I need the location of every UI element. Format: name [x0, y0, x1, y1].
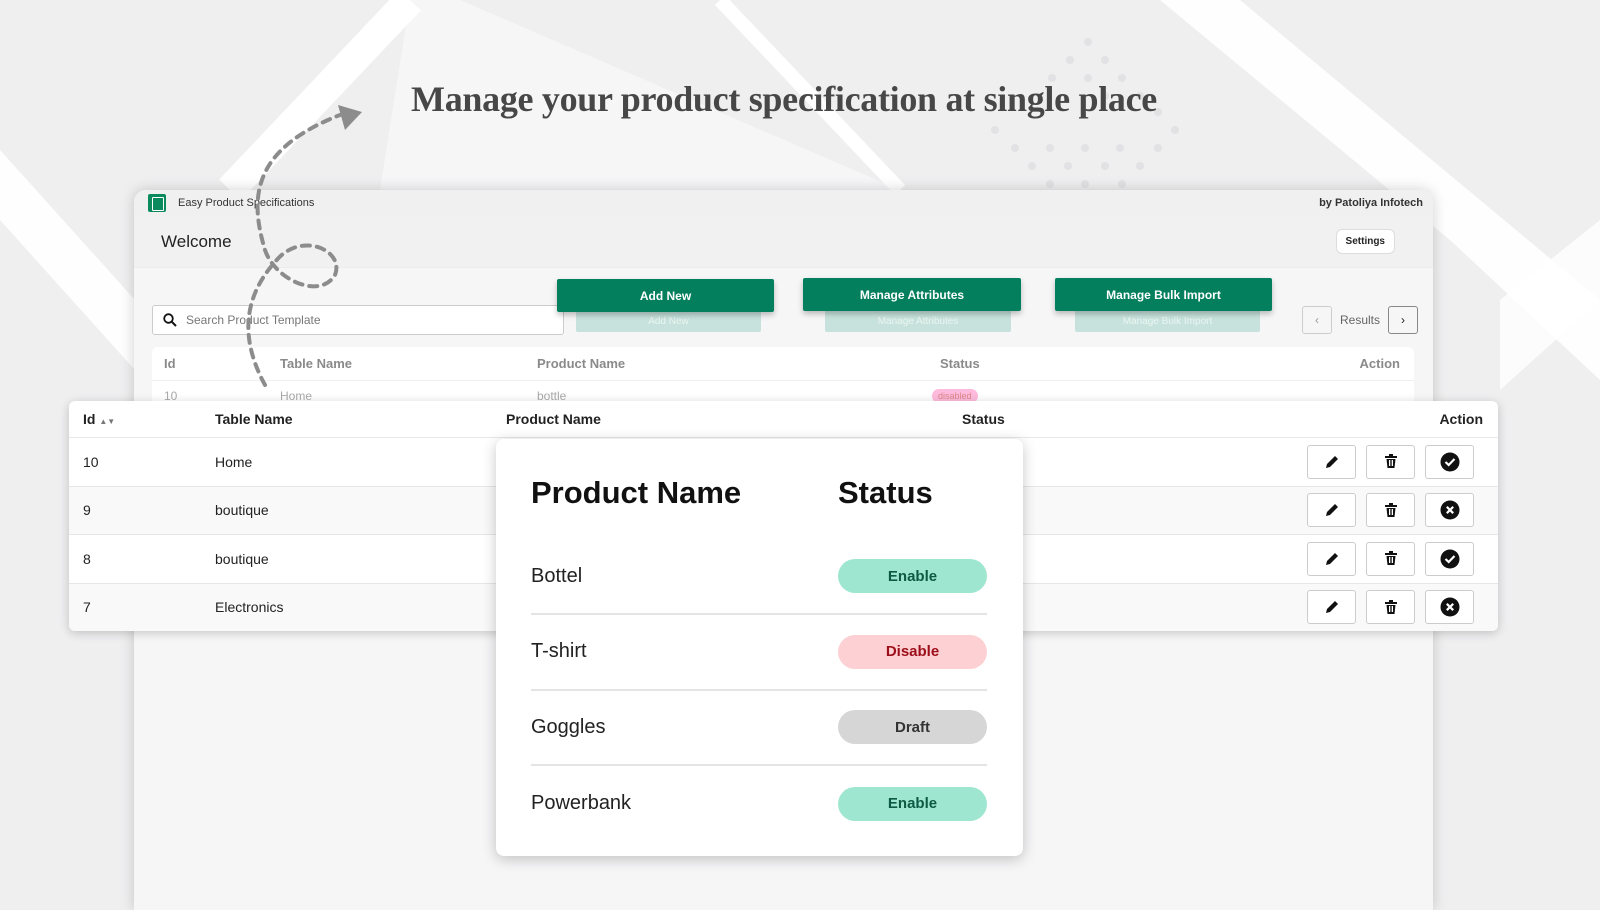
edit-icon — [1325, 552, 1338, 565]
manage-bulk-import-ghost: Manage Bulk Import — [1075, 310, 1260, 332]
enable-toggle-button[interactable] — [1425, 541, 1474, 576]
cell-id: 10 — [83, 453, 99, 470]
cell-table-name: boutique — [215, 550, 269, 567]
trash-icon — [1384, 502, 1397, 517]
edit-icon — [1325, 455, 1338, 468]
pagination: ‹ Results › — [1302, 306, 1419, 334]
disable-toggle-button[interactable] — [1425, 493, 1474, 528]
enable-toggle-button[interactable] — [1425, 444, 1474, 479]
col-status: Status — [940, 356, 980, 371]
manage-attributes-ghost: Manage Attributes — [825, 310, 1011, 332]
card-product-name: Bottel — [531, 564, 583, 587]
card-list-item: T-shirt Disable — [531, 615, 987, 691]
next-page-button[interactable]: › — [1388, 306, 1419, 334]
product-status-card: Product Name Status Bottel Enable T-shirt… — [496, 439, 1023, 856]
delete-button[interactable] — [1366, 493, 1415, 528]
edit-icon — [1325, 504, 1338, 517]
cell-id: 9 — [83, 502, 91, 519]
edit-button[interactable] — [1307, 493, 1356, 528]
vendor-label: by Patoliya Infotech — [1319, 197, 1423, 209]
delete-button[interactable] — [1366, 541, 1415, 576]
edit-icon — [1325, 601, 1338, 614]
status-badge: Enable — [838, 786, 987, 821]
col-product-name: Product Name — [537, 356, 626, 371]
card-status-header: Status — [838, 475, 933, 510]
edit-button[interactable] — [1307, 444, 1356, 479]
manage-attributes-button[interactable]: Manage Attributes — [803, 278, 1021, 311]
results-label: Results — [1340, 313, 1381, 327]
prev-page-button[interactable]: ‹ — [1302, 306, 1332, 334]
card-product-header: Product Name — [531, 475, 742, 510]
sort-icon: ▲▼ — [99, 417, 116, 426]
trash-icon — [1384, 599, 1397, 614]
trash-icon — [1384, 454, 1397, 469]
card-list-item: Powerbank Enable — [531, 766, 987, 842]
card-product-name: T-shirt — [531, 640, 587, 662]
edit-button[interactable] — [1307, 541, 1356, 576]
col-product-name-header: Product Name — [506, 411, 601, 427]
cell-table-name: Electronics — [215, 599, 284, 616]
cell-id: 7 — [83, 599, 91, 616]
col-status-header: Status — [962, 411, 1005, 427]
card-list-item: Bottel Enable — [531, 539, 987, 615]
trash-icon — [1384, 551, 1397, 566]
col-action-header: Action — [1439, 411, 1483, 427]
status-badge: Disable — [838, 634, 987, 669]
add-new-ghost: Add New — [576, 310, 761, 332]
manage-bulk-import-button[interactable]: Manage Bulk Import — [1055, 278, 1272, 311]
col-id-header[interactable]: Id ▲▼ — [83, 411, 115, 427]
disable-toggle-button[interactable] — [1425, 590, 1474, 625]
status-badge: Enable — [838, 559, 987, 593]
status-badge: Draft — [838, 710, 987, 744]
cell-table-name: Home — [215, 453, 253, 470]
col-action: Action — [1359, 356, 1400, 371]
table-header: Id ▲▼ Table Name Product Name Status Act… — [69, 401, 1498, 438]
edit-button[interactable] — [1307, 590, 1356, 625]
dashed-arrow-decoration — [246, 105, 362, 387]
col-table-name-header: Table Name — [215, 411, 293, 427]
x-circle-icon — [1440, 500, 1459, 520]
cell-id: 8 — [83, 550, 91, 567]
card-product-name: Goggles — [531, 715, 606, 738]
x-circle-icon — [1440, 597, 1459, 617]
card-list-item: Goggles Draft — [531, 690, 987, 766]
cell-table-name: boutique — [215, 502, 269, 519]
check-circle-icon — [1440, 549, 1459, 569]
card-product-name: Powerbank — [531, 792, 632, 814]
delete-button[interactable] — [1366, 590, 1415, 625]
delete-button[interactable] — [1366, 444, 1415, 479]
check-circle-icon — [1440, 452, 1459, 472]
add-new-button[interactable]: Add New — [557, 279, 774, 312]
settings-button[interactable]: Settings — [1335, 229, 1395, 254]
